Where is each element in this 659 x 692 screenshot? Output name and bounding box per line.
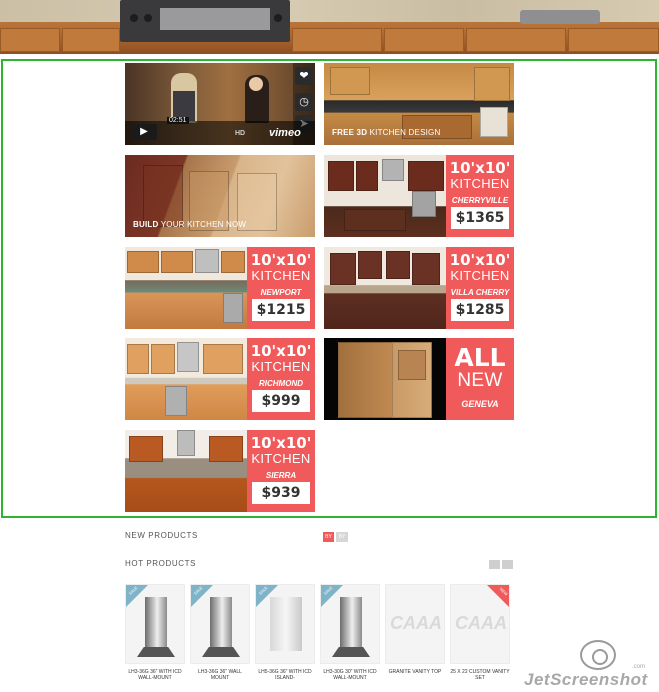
- hd-toggle[interactable]: HD: [235, 130, 245, 137]
- product-card[interactable]: SALE LH3-36G 36" WALL MOUNT: [190, 584, 250, 684]
- promo-price: $1215: [252, 299, 310, 321]
- hero-banner-image: [0, 0, 659, 54]
- promo-tile-newport[interactable]: 10'x10' KITCHEN NEWPORT $1215: [125, 247, 315, 329]
- heart-icon[interactable]: ❤: [295, 67, 313, 85]
- new-products-heading: NEW PRODUCTS: [125, 531, 198, 540]
- promo-badge: ALL NEW GENEVA: [446, 338, 514, 420]
- product-image[interactable]: SALE: [320, 584, 380, 664]
- promo-tile-richmond[interactable]: 10'x10' KITCHEN RICHMOND $999: [125, 338, 315, 420]
- product-placeholder-logo: CAAA: [455, 613, 507, 633]
- promo-badge: 10'x10' KITCHEN CHERRYVILLE $1365: [446, 155, 514, 237]
- promo-word: KITCHEN: [251, 359, 311, 374]
- promo-tile-cherryville[interactable]: 10'x10' KITCHEN CHERRYVILLE $1365: [324, 155, 514, 237]
- promo-size: 10'x10': [449, 251, 511, 269]
- new-products-tab[interactable]: BY: [336, 532, 348, 542]
- watermark-suffix: .com: [632, 664, 646, 670]
- design-caption-bold: FREE 3D: [332, 128, 368, 137]
- product-card[interactable]: SALE LH3-30G 30" WITH ICD WALL-MOUNT: [320, 584, 380, 684]
- promo-badge: 10'x10' KITCHEN NEWPORT $1215: [247, 247, 315, 329]
- promo-tile-geneva[interactable]: ALL NEW GENEVA: [324, 338, 514, 420]
- promo-name: CHERRYVILLE: [451, 196, 509, 205]
- product-name[interactable]: 25 X 22 CUSTOM VANITY SET: [450, 669, 510, 681]
- promo-new: NEW: [457, 370, 503, 391]
- product-placeholder-logo: CAAA: [390, 613, 442, 633]
- hot-next-arrow[interactable]: [502, 560, 513, 569]
- promo-word: KITCHEN: [450, 176, 510, 191]
- promo-name: GENEVA: [461, 399, 499, 409]
- design-caption-text: KITCHEN DESIGN: [369, 128, 441, 137]
- promo-tile-villa-cherry[interactable]: 10'x10' KITCHEN VILLA CHERRY $1285: [324, 247, 514, 329]
- eye-icon: [580, 640, 616, 670]
- product-image[interactable]: CAAA: [385, 584, 445, 664]
- promo-name: Sierra: [265, 471, 297, 480]
- build-caption-bold: BUILD: [133, 220, 159, 229]
- promo-size: 10'x10': [449, 159, 511, 177]
- promo-name: VILLA CHERRY: [450, 288, 510, 297]
- jetscreenshot-watermark: JetScreenshot .com: [520, 640, 650, 690]
- play-button[interactable]: ▶: [131, 124, 157, 140]
- promo-all: ALL: [454, 343, 506, 372]
- video-time: 02:51: [167, 117, 189, 124]
- promo-size: 10'x10': [250, 434, 312, 452]
- build-kitchen-tile[interactable]: BUILD YOUR KITCHEN NOW: [125, 155, 315, 237]
- watermark-text: JetScreenshot: [524, 670, 648, 689]
- promo-badge: 10'x10' KITCHEN VILLA CHERRY $1285: [446, 247, 514, 329]
- product-name[interactable]: LH5-36G 36" WITH ICD ISLAND-: [255, 669, 315, 681]
- hot-products-heading: HOT PRODUCTS: [125, 559, 197, 568]
- promo-word: KITCHEN: [251, 451, 311, 466]
- promo-price: $999: [252, 390, 310, 412]
- promo-badge: 10'x10' KITCHEN RICHMOND $999: [247, 338, 315, 420]
- free-design-tile[interactable]: FREE 3D KITCHEN DESIGN: [324, 63, 514, 145]
- promo-price: $1365: [451, 207, 509, 229]
- product-card[interactable]: SALE LH3-36G 36" WITH ICD WALL-MOUNT: [125, 584, 185, 684]
- build-caption-text: YOUR KITCHEN NOW: [160, 220, 247, 229]
- product-name[interactable]: GRANITE VANITY TOP: [385, 669, 445, 675]
- promo-name: NEWPORT: [260, 288, 302, 297]
- promo-price: $939: [252, 482, 310, 504]
- product-image[interactable]: CAAA NEW: [450, 584, 510, 664]
- product-card[interactable]: CAAA GRANITE VANITY TOP: [385, 584, 445, 684]
- promo-word: KITCHEN: [251, 268, 311, 283]
- video-tile[interactable]: ❤ ◷ ➤ ▶ 02:51 HD vimeo: [125, 63, 315, 145]
- new-products-tab-active[interactable]: BY: [323, 532, 334, 542]
- stove-image: [120, 0, 290, 42]
- product-card[interactable]: SALE LH5-36G 36" WITH ICD ISLAND-: [255, 584, 315, 684]
- product-card[interactable]: CAAA NEW 25 X 22 CUSTOM VANITY SET: [450, 584, 510, 684]
- promo-badge: 10'x10' KITCHEN Sierra $939: [247, 430, 315, 512]
- product-image[interactable]: SALE: [255, 584, 315, 664]
- product-image[interactable]: SALE: [125, 584, 185, 664]
- vimeo-logo[interactable]: vimeo: [269, 127, 301, 139]
- clock-icon[interactable]: ◷: [295, 93, 313, 111]
- promo-size: 10'x10': [250, 342, 312, 360]
- promo-price: $1285: [451, 299, 509, 321]
- product-image[interactable]: SALE: [190, 584, 250, 664]
- hot-prev-arrow[interactable]: [489, 560, 500, 569]
- product-name[interactable]: LH3-30G 30" WITH ICD WALL-MOUNT: [320, 669, 380, 681]
- product-name[interactable]: LH3-36G 36" WITH ICD WALL-MOUNT: [125, 669, 185, 681]
- product-name[interactable]: LH3-36G 36" WALL MOUNT: [190, 669, 250, 681]
- promo-word: KITCHEN: [450, 268, 510, 283]
- promo-name: RICHMOND: [259, 379, 303, 388]
- promo-tile-sierra[interactable]: 10'x10' KITCHEN Sierra $939: [125, 430, 315, 512]
- promo-size: 10'x10': [250, 251, 312, 269]
